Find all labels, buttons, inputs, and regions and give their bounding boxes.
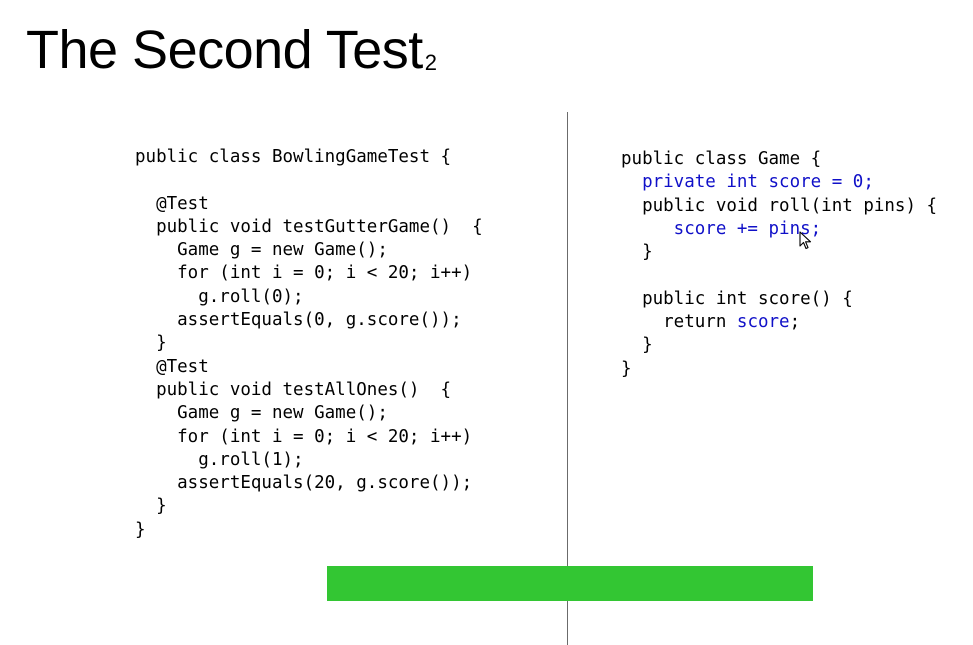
code-line: g.roll(0); xyxy=(135,286,304,307)
code-line: } xyxy=(135,333,167,354)
test-status-bar xyxy=(327,566,813,601)
code-line: } xyxy=(135,519,146,540)
bowling-game-test-code: public class BowlingGameTest { @Test pub… xyxy=(135,146,483,542)
code-line-highlighted: score += pins; xyxy=(621,218,822,239)
code-line: Game g = new Game(); xyxy=(135,240,388,261)
game-class-code: public class Game { private int score = … xyxy=(621,148,937,381)
code-line: public void roll(int pins) { xyxy=(621,195,938,216)
code-line: public void testAllOnes() { xyxy=(135,379,452,400)
slide-title-text: The Second Test xyxy=(26,20,423,80)
code-line: @Test xyxy=(135,193,209,214)
slide-title: The Second Test2 xyxy=(26,18,437,93)
code-line: return score; xyxy=(621,311,937,334)
code-line: public int score() { xyxy=(621,288,853,309)
slide-title-subscript: 2 xyxy=(424,50,437,75)
code-line: g.roll(1); xyxy=(135,449,304,470)
code-line: } xyxy=(135,496,167,517)
code-line: } xyxy=(621,358,632,379)
code-line: @Test xyxy=(135,356,209,377)
code-line-highlighted: private int score = 0; xyxy=(621,172,874,193)
code-line: } xyxy=(621,242,653,263)
code-line: public class Game { xyxy=(621,149,822,169)
code-line: public class BowlingGameTest { xyxy=(135,147,452,167)
semicolon: ; xyxy=(789,312,801,333)
return-score-highlight: score xyxy=(736,312,790,333)
return-keyword: return xyxy=(621,312,737,333)
code-line: for (int i = 0; i < 20; i++) xyxy=(135,263,473,284)
code-line: public void testGutterGame() { xyxy=(135,216,483,237)
code-line: for (int i = 0; i < 20; i++) xyxy=(135,426,473,447)
code-line: assertEquals(20, g.score()); xyxy=(135,473,473,494)
mouse-pointer-icon xyxy=(799,231,812,250)
code-line: Game g = new Game(); xyxy=(135,403,388,424)
code-line: assertEquals(0, g.score()); xyxy=(135,310,462,331)
code-line: } xyxy=(621,335,653,356)
